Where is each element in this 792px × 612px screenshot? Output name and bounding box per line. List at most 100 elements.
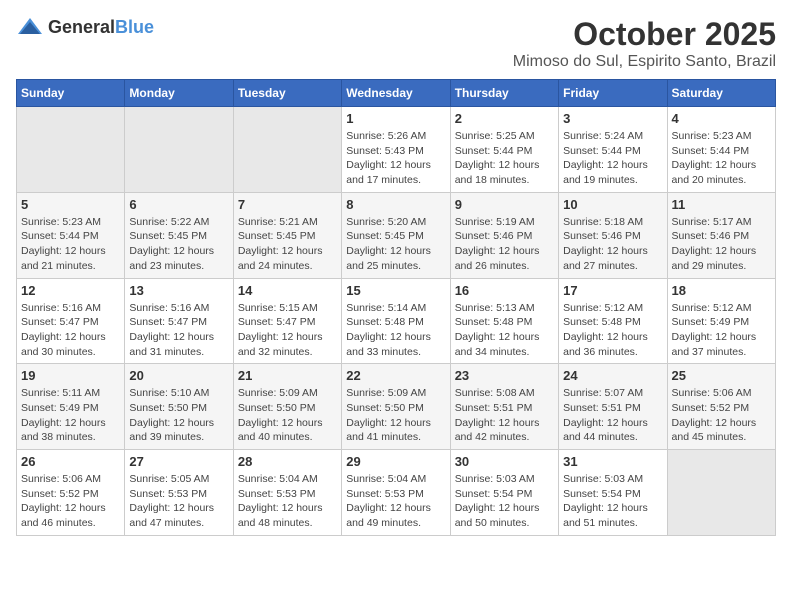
day-info: Sunrise: 5:21 AMSunset: 5:45 PMDaylight:…: [238, 215, 337, 274]
calendar-cell: 30Sunrise: 5:03 AMSunset: 5:54 PMDayligh…: [450, 450, 558, 536]
day-number: 28: [238, 454, 337, 469]
calendar-cell: 14 Sunrise: 5:15 AMSunset: 5:47 PMDayligh…: [233, 278, 341, 364]
calendar-cell: 27Sunrise: 5:05 AMSunset: 5:53 PMDayligh…: [125, 450, 233, 536]
day-info: Sunrise: 5:23 AMSunset: 5:44 PMDaylight:…: [672, 129, 771, 188]
calendar-cell: 17 Sunrise: 5:12 AMSunset: 5:48 PMDayligh…: [559, 278, 667, 364]
calendar-cell: 16 Sunrise: 5:13 AMSunset: 5:48 PMDayligh…: [450, 278, 558, 364]
calendar-cell: 7 Sunrise: 5:21 AMSunset: 5:45 PMDaylight…: [233, 192, 341, 278]
calendar-cell: 19 Sunrise: 5:11 AMSunset: 5:49 PMDayligh…: [17, 364, 125, 450]
day-info: Sunrise: 5:04 AMSunset: 5:53 PMDaylight:…: [238, 472, 337, 531]
day-number: 27: [129, 454, 228, 469]
day-info: Sunrise: 5:23 AMSunset: 5:44 PMDaylight:…: [21, 215, 120, 274]
calendar-week-row: 5Sunrise: 5:23 AMSunset: 5:44 PMDaylight…: [17, 192, 776, 278]
day-info: Sunrise: 5:20 AMSunset: 5:45 PMDaylight:…: [346, 215, 445, 274]
calendar-cell: 5Sunrise: 5:23 AMSunset: 5:44 PMDaylight…: [17, 192, 125, 278]
day-number: 21: [238, 368, 337, 383]
location-title: Mimoso do Sul, Espirito Santo, Brazil: [513, 53, 776, 71]
weekday-header-row: SundayMondayTuesdayWednesdayThursdayFrid…: [17, 80, 776, 107]
calendar-week-row: 1Sunrise: 5:26 AMSunset: 5:43 PMDaylight…: [17, 107, 776, 193]
title-area: October 2025 Mimoso do Sul, Espirito San…: [513, 16, 776, 71]
day-info: Sunrise: 5:04 AMSunset: 5:53 PMDaylight:…: [346, 472, 445, 531]
day-number: 2: [455, 111, 554, 126]
calendar-cell: [125, 107, 233, 193]
day-number: 16: [455, 283, 554, 298]
day-info: Sunrise: 5:06 AMSunset: 5:52 PMDaylight:…: [21, 472, 120, 531]
calendar-cell: 23 Sunrise: 5:08 AMSunset: 5:51 PMDayligh…: [450, 364, 558, 450]
calendar-week-row: 26 Sunrise: 5:06 AMSunset: 5:52 PMDayligh…: [17, 450, 776, 536]
day-info: Sunrise: 5:09 AMSunset: 5:50 PMDaylight:…: [238, 386, 337, 445]
day-number: 19: [21, 368, 120, 383]
calendar-cell: [233, 107, 341, 193]
calendar-cell: 20Sunrise: 5:10 AMSunset: 5:50 PMDayligh…: [125, 364, 233, 450]
day-info: Sunrise: 5:16 AMSunset: 5:47 PMDaylight:…: [21, 301, 120, 360]
calendar-cell: 4 Sunrise: 5:23 AMSunset: 5:44 PMDaylight…: [667, 107, 775, 193]
day-info: Sunrise: 5:07 AMSunset: 5:51 PMDaylight:…: [563, 386, 662, 445]
weekday-header-cell: Sunday: [17, 80, 125, 107]
calendar-cell: 26 Sunrise: 5:06 AMSunset: 5:52 PMDayligh…: [17, 450, 125, 536]
logo-text-blue: Blue: [115, 17, 154, 37]
calendar-cell: 31Sunrise: 5:03 AMSunset: 5:54 PMDayligh…: [559, 450, 667, 536]
calendar-cell: 2 Sunrise: 5:25 AMSunset: 5:44 PMDaylight…: [450, 107, 558, 193]
calendar-cell: 8 Sunrise: 5:20 AMSunset: 5:45 PMDaylight…: [342, 192, 450, 278]
day-number: 24: [563, 368, 662, 383]
calendar-cell: 9Sunrise: 5:19 AMSunset: 5:46 PMDaylight…: [450, 192, 558, 278]
day-info: Sunrise: 5:11 AMSunset: 5:49 PMDaylight:…: [21, 386, 120, 445]
day-number: 14: [238, 283, 337, 298]
logo-icon: [16, 16, 44, 38]
calendar-cell: [17, 107, 125, 193]
calendar-cell: 21 Sunrise: 5:09 AMSunset: 5:50 PMDayligh…: [233, 364, 341, 450]
day-info: Sunrise: 5:10 AMSunset: 5:50 PMDaylight:…: [129, 386, 228, 445]
day-number: 17: [563, 283, 662, 298]
calendar-body: 1Sunrise: 5:26 AMSunset: 5:43 PMDaylight…: [17, 107, 776, 536]
calendar-cell: 18Sunrise: 5:12 AMSunset: 5:49 PMDayligh…: [667, 278, 775, 364]
weekday-header-cell: Tuesday: [233, 80, 341, 107]
day-info: Sunrise: 5:12 AMSunset: 5:48 PMDaylight:…: [563, 301, 662, 360]
day-info: Sunrise: 5:15 AMSunset: 5:47 PMDaylight:…: [238, 301, 337, 360]
calendar-cell: [667, 450, 775, 536]
day-number: 10: [563, 197, 662, 212]
day-number: 13: [129, 283, 228, 298]
calendar-cell: 10 Sunrise: 5:18 AMSunset: 5:46 PMDayligh…: [559, 192, 667, 278]
day-info: Sunrise: 5:18 AMSunset: 5:46 PMDaylight:…: [563, 215, 662, 274]
day-info: Sunrise: 5:03 AMSunset: 5:54 PMDaylight:…: [563, 472, 662, 531]
calendar-cell: 11 Sunrise: 5:17 AMSunset: 5:46 PMDayligh…: [667, 192, 775, 278]
calendar-cell: 24 Sunrise: 5:07 AMSunset: 5:51 PMDayligh…: [559, 364, 667, 450]
calendar-week-row: 19 Sunrise: 5:11 AMSunset: 5:49 PMDayligh…: [17, 364, 776, 450]
day-number: 12: [21, 283, 120, 298]
day-number: 11: [672, 197, 771, 212]
day-info: Sunrise: 5:25 AMSunset: 5:44 PMDaylight:…: [455, 129, 554, 188]
day-info: Sunrise: 5:06 AMSunset: 5:52 PMDaylight:…: [672, 386, 771, 445]
calendar-cell: 1Sunrise: 5:26 AMSunset: 5:43 PMDaylight…: [342, 107, 450, 193]
weekday-header-cell: Friday: [559, 80, 667, 107]
logo: GeneralBlue: [16, 16, 154, 38]
calendar-week-row: 12 Sunrise: 5:16 AMSunset: 5:47 PMDayligh…: [17, 278, 776, 364]
calendar-cell: 22Sunrise: 5:09 AMSunset: 5:50 PMDayligh…: [342, 364, 450, 450]
calendar-cell: 6 Sunrise: 5:22 AMSunset: 5:45 PMDaylight…: [125, 192, 233, 278]
day-number: 4: [672, 111, 771, 126]
day-info: Sunrise: 5:09 AMSunset: 5:50 PMDaylight:…: [346, 386, 445, 445]
weekday-header-cell: Thursday: [450, 80, 558, 107]
calendar-cell: 15Sunrise: 5:14 AMSunset: 5:48 PMDayligh…: [342, 278, 450, 364]
day-info: Sunrise: 5:17 AMSunset: 5:46 PMDaylight:…: [672, 215, 771, 274]
day-number: 3: [563, 111, 662, 126]
day-number: 18: [672, 283, 771, 298]
calendar-cell: 28 Sunrise: 5:04 AMSunset: 5:53 PMDayligh…: [233, 450, 341, 536]
day-info: Sunrise: 5:26 AMSunset: 5:43 PMDaylight:…: [346, 129, 445, 188]
day-number: 6: [129, 197, 228, 212]
day-number: 7: [238, 197, 337, 212]
weekday-header-cell: Monday: [125, 80, 233, 107]
calendar-cell: 13Sunrise: 5:16 AMSunset: 5:47 PMDayligh…: [125, 278, 233, 364]
calendar-cell: 12 Sunrise: 5:16 AMSunset: 5:47 PMDayligh…: [17, 278, 125, 364]
day-number: 8: [346, 197, 445, 212]
day-number: 23: [455, 368, 554, 383]
day-number: 26: [21, 454, 120, 469]
day-info: Sunrise: 5:13 AMSunset: 5:48 PMDaylight:…: [455, 301, 554, 360]
day-info: Sunrise: 5:08 AMSunset: 5:51 PMDaylight:…: [455, 386, 554, 445]
day-info: Sunrise: 5:19 AMSunset: 5:46 PMDaylight:…: [455, 215, 554, 274]
day-number: 30: [455, 454, 554, 469]
month-title: October 2025: [513, 16, 776, 53]
day-info: Sunrise: 5:24 AMSunset: 5:44 PMDaylight:…: [563, 129, 662, 188]
day-number: 15: [346, 283, 445, 298]
day-info: Sunrise: 5:22 AMSunset: 5:45 PMDaylight:…: [129, 215, 228, 274]
calendar-cell: 25Sunrise: 5:06 AMSunset: 5:52 PMDayligh…: [667, 364, 775, 450]
